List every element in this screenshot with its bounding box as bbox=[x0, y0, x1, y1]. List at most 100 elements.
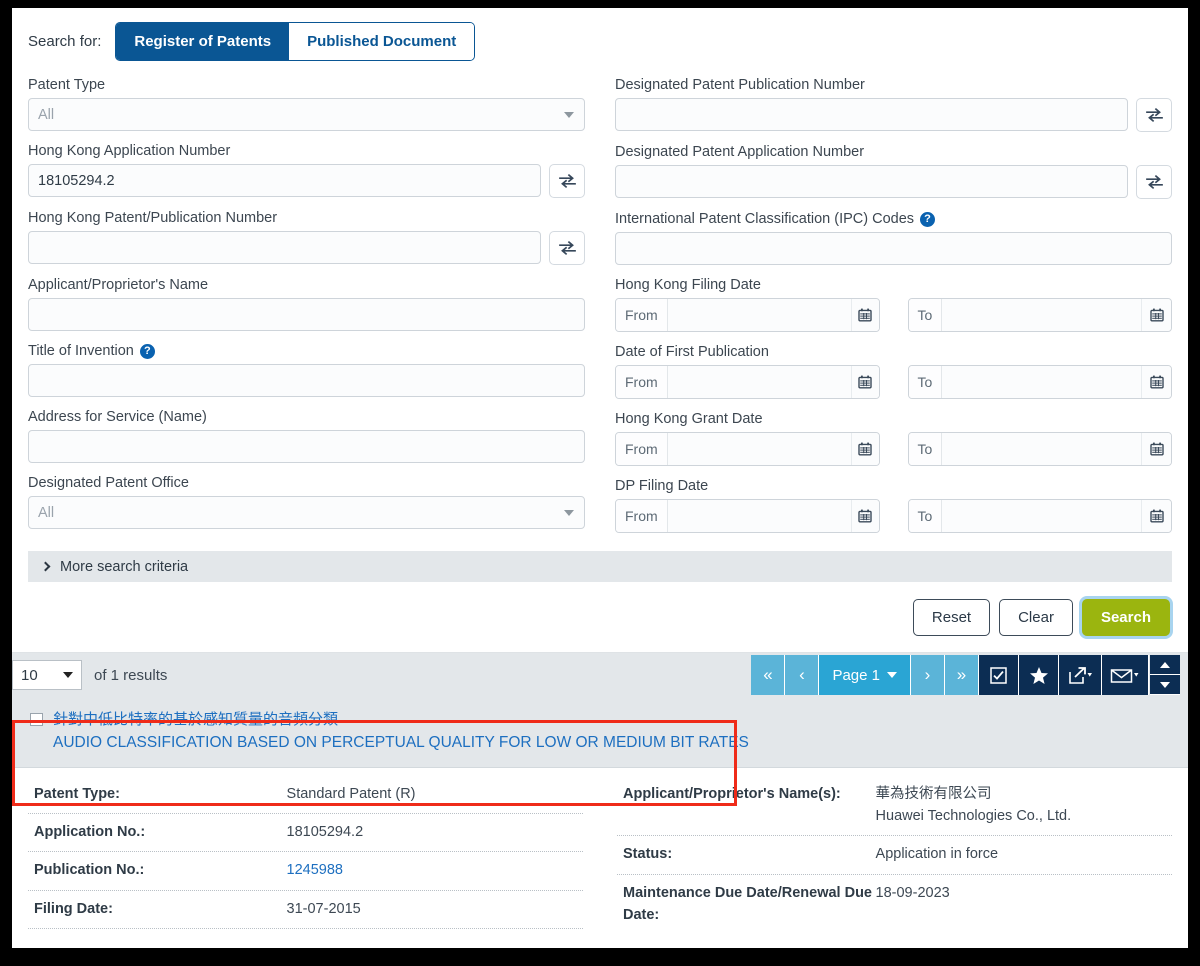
app-window: Search for: Register of Patents Publishe… bbox=[12, 8, 1188, 948]
calendar-icon bbox=[1149, 442, 1164, 456]
detail-row: Publication No.: 1245988 bbox=[28, 852, 583, 891]
input-hk-grant-date-from[interactable] bbox=[667, 433, 851, 465]
calendar-icon-button[interactable] bbox=[850, 366, 879, 398]
pagination-last-button[interactable]: » bbox=[945, 655, 979, 695]
share-icon bbox=[1069, 666, 1092, 684]
tab-published-document[interactable]: Published Document bbox=[289, 23, 475, 60]
calendar-icon-button[interactable] bbox=[850, 500, 879, 532]
result-detail-right-column: Applicant/Proprietor's Name(s): 華為技術有限公司… bbox=[617, 776, 1172, 935]
help-icon[interactable]: ? bbox=[920, 211, 936, 227]
datefield-dp-filing-date-to: To bbox=[907, 499, 1172, 533]
swap-icon bbox=[1145, 175, 1163, 189]
select-designated-patent-office[interactable]: All bbox=[28, 496, 585, 529]
share-export-button[interactable] bbox=[1059, 655, 1102, 695]
pagination-next-button[interactable]: › bbox=[911, 655, 945, 695]
swap-icon-button-dp-application-number[interactable] bbox=[1136, 165, 1172, 199]
calendar-icon-button[interactable] bbox=[1141, 500, 1171, 532]
result-title-chinese[interactable]: 針對中低比特率的基於感知質量的音頻分類 bbox=[53, 708, 749, 731]
scroll-down-button[interactable] bbox=[1150, 675, 1180, 695]
detail-row: Maintenance Due Date/Renewal Due Date: 1… bbox=[617, 875, 1172, 935]
pagination-page-label: Page 1 bbox=[832, 666, 880, 684]
envelope-icon bbox=[1110, 668, 1139, 683]
label-designated-patent-office: Designated Patent Office bbox=[28, 475, 189, 491]
scroll-up-button[interactable] bbox=[1150, 655, 1180, 675]
field-hk-patent-publication-number: Hong Kong Patent/Publication Number bbox=[28, 210, 585, 265]
swap-icon-button-hk-patent-publication-number[interactable] bbox=[549, 231, 585, 265]
field-dp-filing-date: DP Filing Date From To bbox=[615, 478, 1172, 533]
result-detail-left-column: Patent Type: Standard Patent (R) Applica… bbox=[28, 776, 583, 935]
input-dp-filing-date-to[interactable] bbox=[942, 500, 1142, 532]
datefield-date-first-publication-to: To bbox=[907, 365, 1172, 399]
label-hk-filing-date: Hong Kong Filing Date bbox=[615, 277, 761, 293]
label-applicant-name: Applicant/Proprietor's Name bbox=[28, 277, 209, 293]
label-title-of-invention: Title of Invention ? bbox=[28, 343, 585, 359]
tab-register-of-patents[interactable]: Register of Patents bbox=[116, 23, 290, 60]
calendar-icon-button[interactable] bbox=[1141, 366, 1171, 398]
input-date-first-publication-from[interactable] bbox=[667, 366, 851, 398]
input-dp-publication-number[interactable] bbox=[615, 98, 1128, 131]
detail-value: Standard Patent (R) bbox=[286, 785, 416, 802]
result-detail-panel: Patent Type: Standard Patent (R) Applica… bbox=[12, 767, 1188, 935]
results-per-page-select[interactable]: 10 bbox=[12, 660, 82, 690]
pagination-controls: « ‹ Page 1 › » bbox=[751, 655, 1180, 695]
clear-button[interactable]: Clear bbox=[999, 599, 1073, 636]
prefix-from: From bbox=[616, 366, 668, 398]
search-for-label: Search for: bbox=[28, 33, 102, 50]
favourite-button[interactable] bbox=[1019, 655, 1059, 695]
detail-row: Applicant/Proprietor's Name(s): 華為技術有限公司… bbox=[617, 776, 1172, 837]
results-count-label: of 1 results bbox=[94, 666, 168, 684]
select-all-button[interactable] bbox=[979, 655, 1019, 695]
result-title-english[interactable]: AUDIO CLASSIFICATION BASED ON PERCEPTUAL… bbox=[53, 731, 749, 754]
select-patent-type[interactable]: All bbox=[28, 98, 585, 131]
triangle-down-icon bbox=[1160, 681, 1170, 688]
form-action-buttons: Reset Clear Search bbox=[28, 582, 1172, 652]
result-list-item[interactable]: 針對中低比特率的基於感知質量的音頻分類 AUDIO CLASSIFICATION… bbox=[12, 697, 1188, 768]
detail-row: Filing Date: 31-07-2015 bbox=[28, 891, 583, 930]
input-date-first-publication-to[interactable] bbox=[942, 366, 1142, 398]
input-ipc-codes[interactable] bbox=[615, 232, 1172, 265]
field-hk-grant-date: Hong Kong Grant Date From To bbox=[615, 411, 1172, 466]
input-hk-grant-date-to[interactable] bbox=[942, 433, 1142, 465]
pagination-prev-button[interactable]: ‹ bbox=[785, 655, 820, 695]
field-patent-type: Patent Type All bbox=[28, 77, 585, 131]
help-icon[interactable]: ? bbox=[139, 343, 155, 359]
input-dp-application-number[interactable] bbox=[615, 165, 1128, 198]
email-button[interactable] bbox=[1102, 655, 1149, 695]
calendar-icon-button[interactable] bbox=[850, 433, 879, 465]
input-hk-filing-date-from[interactable] bbox=[667, 299, 851, 331]
result-row-checkbox[interactable] bbox=[30, 713, 43, 726]
result-row-titles: 針對中低比特率的基於感知質量的音頻分類 AUDIO CLASSIFICATION… bbox=[53, 708, 749, 755]
more-search-criteria-toggle[interactable]: More search criteria bbox=[28, 551, 1172, 582]
input-hk-patent-publication-number[interactable] bbox=[28, 231, 541, 264]
pagination-page-select[interactable]: Page 1 bbox=[819, 655, 911, 695]
input-dp-filing-date-from[interactable] bbox=[667, 500, 851, 532]
search-button[interactable]: Search bbox=[1081, 599, 1170, 636]
datefield-hk-grant-date-to: To bbox=[907, 432, 1172, 466]
chevron-down-icon bbox=[63, 672, 73, 678]
detail-key: Patent Type: bbox=[34, 785, 120, 802]
calendar-icon-button[interactable] bbox=[850, 299, 879, 331]
calendar-icon-button[interactable] bbox=[1141, 299, 1171, 331]
input-hk-application-number[interactable] bbox=[28, 164, 541, 197]
calendar-icon-button[interactable] bbox=[1141, 433, 1171, 465]
calendar-icon bbox=[858, 375, 872, 389]
input-title-of-invention[interactable] bbox=[28, 364, 585, 397]
field-hk-filing-date: Hong Kong Filing Date From To bbox=[615, 277, 1172, 332]
input-applicant-name[interactable] bbox=[28, 298, 585, 331]
swap-icon-button-hk-application-number[interactable] bbox=[549, 164, 585, 198]
field-designated-patent-office: Designated Patent Office All bbox=[28, 475, 585, 529]
field-hk-application-number: Hong Kong Application Number bbox=[28, 143, 585, 198]
prefix-to: To bbox=[908, 299, 943, 331]
field-title-of-invention: Title of Invention ? bbox=[28, 343, 585, 397]
pagination-first-button[interactable]: « bbox=[751, 655, 786, 695]
swap-icon bbox=[1145, 108, 1163, 122]
input-hk-filing-date-to[interactable] bbox=[942, 299, 1142, 331]
datefield-date-first-publication-from: From bbox=[615, 365, 880, 399]
calendar-icon bbox=[858, 442, 872, 456]
swap-icon-button-dp-publication-number[interactable] bbox=[1136, 98, 1172, 132]
input-address-for-service[interactable] bbox=[28, 430, 585, 463]
detail-value-publication-no-link[interactable]: 1245988 bbox=[287, 859, 583, 881]
reset-button[interactable]: Reset bbox=[912, 599, 991, 636]
prefix-from: From bbox=[616, 433, 668, 465]
chevron-right-icon bbox=[40, 561, 51, 572]
